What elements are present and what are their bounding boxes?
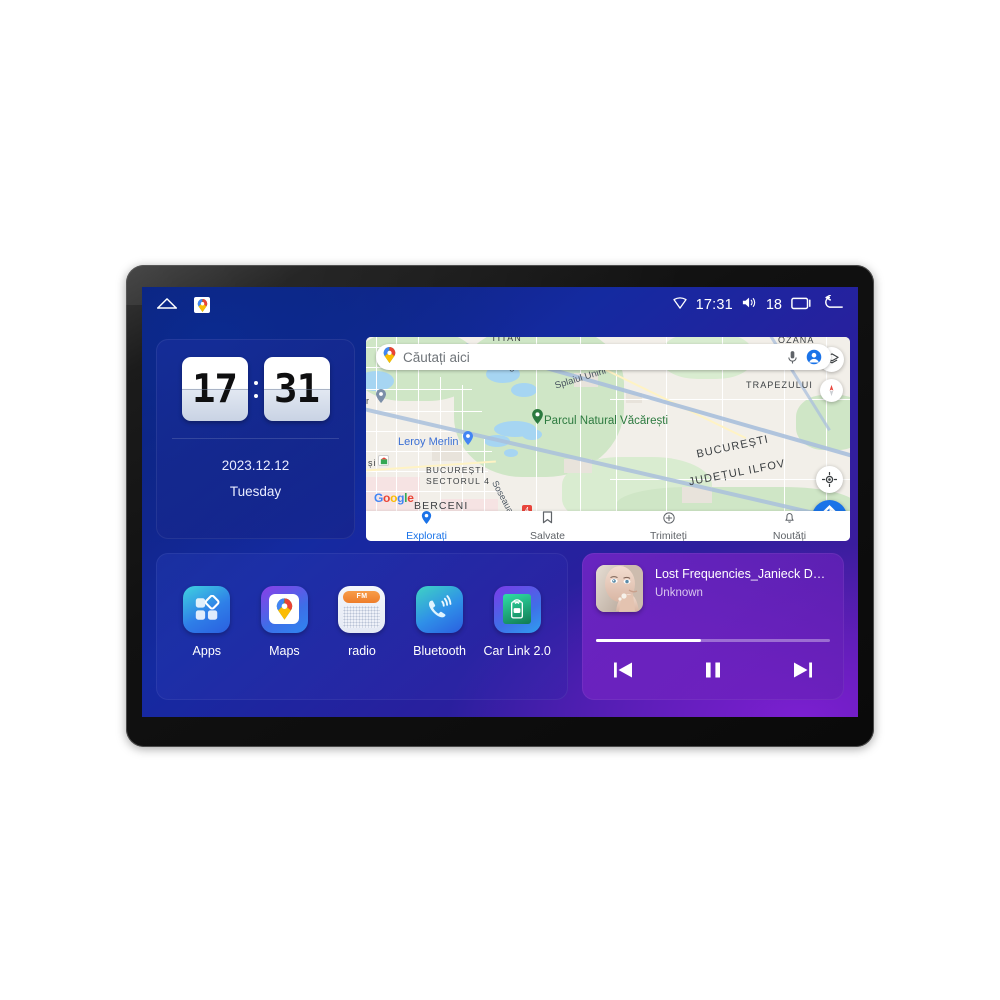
clock-weekday: Tuesday — [229, 484, 282, 499]
app-item-apps[interactable]: Apps — [172, 585, 242, 658]
playback-progress-fill — [596, 639, 702, 642]
park-pin-icon[interactable] — [532, 409, 543, 424]
home-icon[interactable] — [156, 296, 178, 314]
clock-colon — [252, 380, 260, 398]
app-label: Apps — [192, 643, 222, 658]
app-label: Car Link 2.0 — [483, 643, 551, 658]
fm-radio-icon[interactable]: FM — [338, 585, 386, 633]
fm-badge: FM — [343, 590, 381, 603]
clock-divider — [172, 438, 339, 439]
microphone-icon[interactable] — [783, 348, 801, 366]
music-player-widget[interactable]: Lost Frequencies_Janieck Devy-... Unknow… — [582, 553, 844, 700]
head-unit-screen: 17:31 18 17 31 2023.12.12 Tuesday 4 TITA… — [142, 287, 858, 717]
map-label: TITAN — [491, 337, 522, 343]
app-item-car-link[interactable]: Car Link 2.0 — [482, 585, 552, 658]
app-item-radio[interactable]: FM radio — [327, 585, 397, 658]
maps-nav-salvate[interactable]: Salvate — [487, 510, 608, 542]
wifi-icon — [672, 296, 687, 314]
bookmark-icon — [542, 510, 553, 529]
maps-nav-label: Salvate — [529, 529, 566, 542]
car-head-unit-device-frame: 17:31 18 17 31 2023.12.12 Tuesday 4 TITA… — [126, 265, 874, 747]
app-label: Bluetooth — [413, 643, 466, 658]
map-label: JUDEȚUL ILFOV — [687, 457, 787, 489]
account-avatar-icon[interactable] — [805, 348, 823, 366]
map-label: Leroy Merlin — [398, 436, 459, 448]
maps-nav-explorați[interactable]: Explorați — [366, 510, 487, 542]
status-bar-time: 17:31 — [695, 297, 733, 313]
recents-icon[interactable] — [791, 296, 813, 315]
map-label: BUCUREȘTI — [426, 465, 486, 475]
apps-grid-icon[interactable] — [183, 585, 231, 633]
next-track-icon[interactable] — [790, 657, 816, 683]
google-watermark: Google — [374, 491, 414, 505]
explore-pin-icon — [421, 510, 432, 529]
map-label: r — [366, 396, 371, 406]
map-label: Parcul Natural Văcărești — [544, 415, 668, 427]
maps-nav-label: Noutăți — [772, 529, 807, 542]
maps-nav-noutăți[interactable]: Noutăți — [729, 511, 850, 542]
clock-minutes-card: 31 — [263, 357, 330, 421]
app-item-maps[interactable]: Maps — [249, 585, 319, 658]
track-artist: Unknown — [655, 587, 703, 599]
map-search-bar[interactable]: Căutați aici — [376, 344, 831, 370]
clock-hours: 17 — [192, 366, 238, 412]
google-maps-pin-icon — [383, 346, 396, 368]
map-label: BUCUREȘTI — [695, 433, 770, 461]
clock-date: 2023.12.12 — [221, 458, 290, 473]
clock-hours-card: 17 — [181, 357, 248, 421]
car-link-inner — [503, 594, 532, 624]
volume-level: 18 — [765, 297, 782, 313]
car-link-icon[interactable] — [493, 585, 541, 633]
track-title: Lost Frequencies_Janieck Devy-... — [655, 567, 830, 581]
previous-track-icon[interactable] — [610, 657, 636, 683]
maps-nav-trimiteți[interactable]: Trimiteți — [608, 511, 729, 542]
compass-icon[interactable] — [820, 379, 843, 402]
music-controls — [596, 657, 830, 683]
pause-icon[interactable] — [700, 657, 726, 683]
contribute-plus-icon — [662, 511, 675, 529]
map-label: și — [368, 458, 377, 468]
map-place-icon[interactable] — [378, 455, 389, 466]
playback-progress-bar[interactable] — [596, 639, 830, 642]
map-label: BERCENI — [414, 500, 469, 511]
google-maps-icon[interactable] — [260, 585, 308, 633]
back-arrow-icon[interactable] — [822, 294, 844, 315]
map-poi-pin[interactable] — [463, 431, 473, 445]
bluetooth-phone-icon[interactable] — [416, 585, 464, 633]
map-poi-pin[interactable] — [376, 389, 386, 403]
bell-icon — [784, 511, 795, 529]
flip-clock: 17 31 — [156, 339, 355, 421]
clock-widget[interactable]: 17 31 2023.12.12 Tuesday — [156, 339, 355, 539]
map-label: TRAPEZULUI — [746, 380, 814, 390]
maps-icon-inner — [269, 594, 300, 624]
status-bar: 17:31 18 — [142, 287, 858, 323]
maps-bottom-nav[interactable]: Explorați Salvate Trimiteți Noutăți — [366, 510, 850, 542]
clock-minutes: 31 — [274, 366, 320, 412]
app-dock: Apps Maps FM radio Bluetooth Car Link 2.… — [156, 553, 568, 700]
app-label: radio — [348, 643, 376, 658]
maps-nav-label: Trimiteți — [650, 529, 687, 542]
app-item-bluetooth[interactable]: Bluetooth — [405, 585, 475, 658]
app-label: Maps — [269, 643, 300, 658]
maps-nav-label: Explorați — [406, 529, 447, 542]
album-art — [596, 565, 643, 612]
google-maps-widget[interactable]: 4 TITANOZANATRAPEZULUISplaiul UniriiUnir… — [366, 337, 850, 541]
map-search-placeholder[interactable]: Căutați aici — [403, 350, 783, 365]
volume-icon[interactable] — [742, 296, 757, 314]
radio-speaker-grille — [343, 605, 381, 628]
google-maps-notification-icon[interactable] — [194, 297, 210, 313]
my-location-icon[interactable] — [816, 466, 843, 493]
map-label: SECTORUL 4 — [426, 476, 490, 486]
